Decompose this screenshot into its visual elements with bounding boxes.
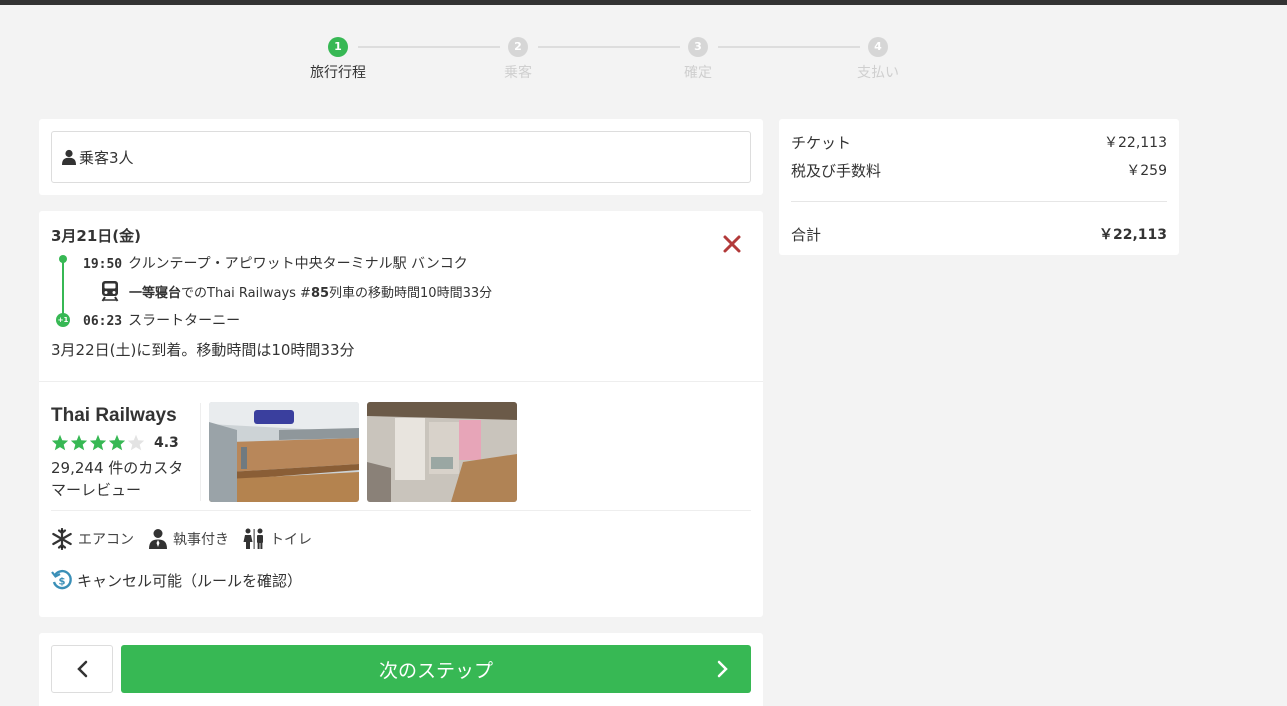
cabin-corridor-image — [367, 402, 517, 502]
star-rating: 4.3 — [51, 434, 179, 451]
step-number: 4 — [868, 37, 888, 57]
step-itinerary: 1 旅行行程 — [298, 37, 378, 82]
close-icon — [723, 235, 741, 253]
passenger-selector[interactable]: 乗客3人 — [51, 131, 751, 183]
trip-card: 3月21日(金) +1 19:50 クルンテープ・アピワット中央ターミナル駅 バン… — [39, 211, 763, 617]
sleeper-cabin-image — [209, 402, 359, 502]
back-button[interactable] — [51, 645, 113, 693]
next-step-label: 次のステップ — [378, 659, 493, 682]
attendant-icon — [149, 529, 167, 549]
arrival-station: スラートターニー — [128, 313, 241, 329]
divider — [39, 381, 763, 382]
person-icon — [62, 149, 76, 165]
top-bar — [0, 0, 1287, 5]
amenity-label: エアコン — [78, 532, 134, 548]
ticket-label: チケット — [791, 134, 852, 152]
departure-station: クルンテープ・アピワット中央ターミナル駅 バンコク — [128, 256, 468, 272]
operator-name: Thai Railways — [51, 405, 177, 426]
tax-label: 税及び手数料 — [791, 162, 882, 180]
star-icon — [108, 434, 126, 451]
train-operator-text: でのThai Railways # — [181, 285, 311, 301]
arrival-time: 06:23 — [83, 314, 123, 329]
timeline-line — [62, 259, 64, 321]
step-label: 旅行行程 — [310, 65, 366, 81]
chevron-left-icon — [77, 660, 88, 678]
total-label: 合計 — [791, 226, 822, 244]
arrival-row: 06:23 スラートターニー — [83, 310, 240, 330]
ticket-amount: ￥22,113 — [1104, 135, 1167, 151]
refund-icon: $ — [51, 569, 72, 590]
price-summary-card: チケット ￥22,113 税及び手数料 ￥259 合計 ￥22,113 — [779, 119, 1179, 255]
step-number: 2 — [508, 37, 528, 57]
step-number: 1 — [328, 37, 348, 57]
arrival-summary: 3月22日(土)に到着。移動時間は10時間33分 — [51, 341, 355, 359]
star-icon — [51, 434, 69, 451]
timeline-end-dot: +1 — [56, 313, 70, 327]
train-icon — [101, 281, 119, 302]
divider — [51, 510, 751, 511]
toilet-icon — [243, 528, 263, 549]
star-icon — [70, 434, 88, 451]
passenger-count: 乗客3人 — [79, 148, 134, 167]
tax-amount: ￥259 — [1126, 163, 1167, 179]
train-number: 85 — [310, 285, 330, 301]
remove-trip-button[interactable] — [719, 231, 745, 257]
amenity-label: トイレ — [270, 532, 312, 548]
cabin-photo[interactable] — [367, 402, 517, 502]
chevron-right-icon — [717, 660, 728, 678]
review-count[interactable]: 29,244 件のカスタマーレビュー — [51, 457, 191, 501]
train-duration-text: 列車の移動時間10時間33分 — [329, 285, 493, 301]
divider — [791, 201, 1167, 202]
next-step-button[interactable]: 次のステップ — [121, 645, 751, 693]
step-label: 乗客 — [504, 65, 532, 81]
departure-row: 19:50 クルンテープ・アピワット中央ターミナル駅 バンコク — [83, 253, 468, 273]
cancellation-label: キャンセル可能（ルールを確認） — [77, 571, 303, 590]
train-info-row: 一等寝台でのThai Railways #85列車の移動時間10時間33分 — [101, 280, 492, 302]
trip-date: 3月21日(金) — [51, 227, 142, 245]
passenger-card: 乗客3人 — [39, 119, 763, 195]
amenity-toilet: トイレ — [243, 528, 312, 550]
amenity-label: 執事付き — [173, 532, 229, 548]
tax-row: 税及び手数料 ￥259 — [791, 160, 1167, 181]
total-row: 合計 ￥22,113 — [791, 224, 1167, 245]
cabin-photo[interactable] — [209, 402, 359, 502]
step-label: 支払い — [857, 65, 899, 81]
progress-stepper: 1 旅行行程 2 乗客 3 確定 4 支払い — [0, 37, 1287, 87]
ticket-price-row: チケット ￥22,113 — [791, 132, 1167, 153]
star-icon — [89, 434, 107, 451]
step-number: 3 — [688, 37, 708, 57]
divider — [200, 403, 201, 501]
step-passengers: 2 乗客 — [478, 37, 558, 82]
star-empty-icon — [127, 434, 145, 451]
train-class: 一等寝台 — [129, 285, 182, 301]
step-confirm: 3 確定 — [658, 37, 738, 82]
rating-value: 4.3 — [154, 434, 179, 451]
cancellation-policy-link[interactable]: $ キャンセル可能（ルールを確認） — [51, 569, 302, 591]
step-label: 確定 — [684, 65, 712, 81]
departure-time: 19:50 — [83, 257, 123, 272]
navigation-bar: 次のステップ — [39, 633, 763, 706]
amenity-attendant: 執事付き — [148, 528, 229, 550]
svg-text:$: $ — [59, 577, 66, 588]
amenity-ac: エアコン — [51, 528, 134, 550]
amenity-list: エアコン 執事付き トイレ — [51, 528, 326, 550]
snowflake-icon — [52, 528, 72, 550]
total-amount: ￥22,113 — [1098, 227, 1167, 243]
step-payment: 4 支払い — [838, 37, 918, 82]
timeline-start-dot — [59, 255, 67, 263]
